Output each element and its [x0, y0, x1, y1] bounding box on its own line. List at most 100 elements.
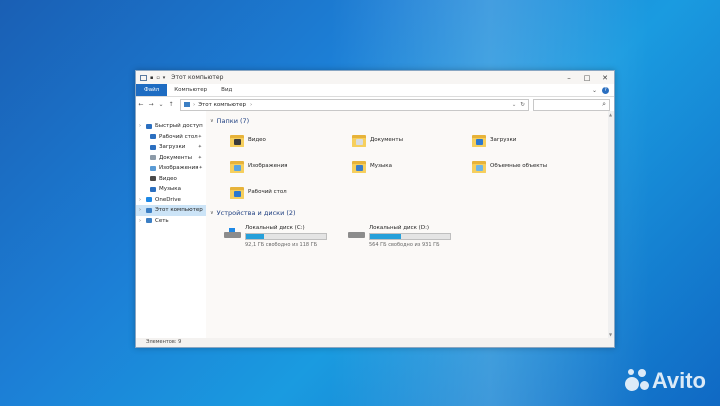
- folders-section-header[interactable]: ∨ Папки (7): [210, 117, 249, 125]
- vertical-scrollbar[interactable]: ▲ ▼: [608, 111, 614, 338]
- status-item-count: Элементов: 9: [146, 339, 182, 345]
- content-pane: ∨ Папки (7) ∨ Устройства и диски (2) Вид…: [206, 111, 614, 338]
- nav-item[interactable]: Рабочий стол ✦: [136, 132, 206, 143]
- folder-label: Документы: [370, 137, 403, 143]
- nav-item[interactable]: Видео: [136, 174, 206, 185]
- breadcrumb-chevron-icon[interactable]: ›: [250, 102, 252, 108]
- nav-item[interactable]: Изображения ✦: [136, 163, 206, 174]
- address-dropdown-icon[interactable]: ⌄: [512, 102, 517, 108]
- tab-file[interactable]: Файл: [136, 84, 168, 96]
- status-bar: Элементов: 9: [136, 338, 614, 347]
- minimize-button[interactable]: –: [560, 74, 578, 82]
- computer-icon: [146, 207, 152, 213]
- cloud-icon: [146, 197, 152, 203]
- expand-chevron-icon[interactable]: ›: [139, 197, 146, 203]
- recent-locations-button[interactable]: ⌄: [156, 101, 166, 108]
- avito-watermark: Avito: [624, 368, 706, 394]
- nav-item[interactable]: Музыка: [136, 184, 206, 195]
- scroll-up-icon[interactable]: ▲: [609, 112, 612, 117]
- music-folder-icon: [352, 159, 366, 173]
- folder-item[interactable]: Рабочий стол: [230, 185, 287, 199]
- pin-icon: ✦: [197, 144, 202, 151]
- video-folder-icon: [230, 133, 244, 147]
- folder-label: Рабочий стол: [248, 189, 287, 195]
- expand-chevron-icon[interactable]: ›: [139, 218, 146, 224]
- back-button[interactable]: ←: [136, 101, 146, 108]
- refresh-icon[interactable]: ↻: [520, 102, 525, 108]
- search-input[interactable]: ⌕: [533, 98, 610, 111]
- folder-label: Видео: [248, 137, 266, 143]
- expand-chevron-icon[interactable]: ›: [139, 207, 146, 213]
- navigation-bar: ← → ⌄ ↑ › Этот компьютер › ⌄ ↻ ⌕: [136, 97, 614, 112]
- drive-label: Локальный диск (D:): [369, 225, 430, 231]
- title-bar: ▪ ▫ ▾ Этот компьютер – □ ✕: [136, 71, 614, 84]
- window-title: Этот компьютер: [171, 74, 224, 81]
- forward-button[interactable]: →: [146, 101, 156, 108]
- download-icon: [150, 144, 156, 150]
- drive-icon: [348, 228, 365, 239]
- nav-item-label: Видео: [159, 175, 177, 182]
- pictures-folder-icon: [230, 159, 244, 173]
- folder-label: Объемные объекты: [490, 163, 548, 169]
- breadcrumb-chevron-icon: ›: [193, 101, 196, 108]
- drive-label: Локальный диск (C:): [245, 225, 305, 231]
- drive-item[interactable]: Локальный диск (C:) 92,1 ГБ свободно из 1…: [224, 225, 327, 248]
- drives-section-title: Устройства и диски (2): [216, 209, 296, 217]
- music-icon: [150, 186, 156, 192]
- nav-item-label: Быстрый доступ: [155, 123, 203, 130]
- nav-item-label: Загрузки: [159, 144, 186, 151]
- nav-item-label: Изображения: [159, 165, 199, 172]
- file-explorer-window: ▪ ▫ ▾ Этот компьютер – □ ✕ Файл Компьюте…: [135, 70, 615, 348]
- up-button[interactable]: ↑: [166, 101, 176, 108]
- tab-computer[interactable]: Компьютер: [167, 84, 214, 96]
- documents-folder-icon: [352, 133, 366, 147]
- new-folder-icon[interactable]: ▫: [156, 75, 159, 81]
- folder-item[interactable]: Изображения: [230, 159, 287, 173]
- expand-ribbon-icon[interactable]: ⌄: [592, 87, 597, 94]
- close-button[interactable]: ✕: [596, 74, 614, 82]
- chevron-down-icon[interactable]: ▾: [163, 75, 166, 81]
- nav-item-label: Музыка: [159, 186, 181, 193]
- tab-view[interactable]: Вид: [214, 84, 239, 96]
- nav-item[interactable]: › Сеть: [136, 216, 206, 227]
- nav-item[interactable]: › Этот компьютер: [136, 205, 206, 216]
- desktop-icon: [150, 134, 156, 140]
- address-bar[interactable]: › Этот компьютер › ⌄ ↻: [180, 98, 529, 111]
- nav-item[interactable]: Загрузки ✦: [136, 142, 206, 153]
- folder-label: Изображения: [248, 163, 288, 169]
- drive-free-space: 92,1 ГБ свободно из 118 ГБ: [245, 242, 318, 248]
- computer-icon: [140, 74, 147, 81]
- expand-chevron-icon[interactable]: ›: [139, 123, 146, 129]
- window-controls: – □ ✕: [560, 74, 614, 82]
- nav-item[interactable]: Документы ✦: [136, 153, 206, 164]
- folder-item[interactable]: Документы: [352, 133, 403, 147]
- drive-item[interactable]: Локальный диск (D:) 564 ГБ свободно из 93…: [348, 225, 451, 248]
- nav-item-label: Рабочий стол: [159, 133, 198, 140]
- star-icon: [146, 123, 152, 129]
- explorer-body: › Быстрый доступ Рабочий стол ✦ Загрузки ✦ Док…: [136, 111, 614, 338]
- breadcrumb-this-pc[interactable]: Этот компьютер: [198, 102, 246, 108]
- pin-icon: ✦: [198, 165, 203, 172]
- collapse-icon: ∨: [210, 118, 214, 124]
- folder-item[interactable]: Видео: [230, 133, 266, 147]
- drives-section-header[interactable]: ∨ Устройства и диски (2): [210, 209, 296, 217]
- avito-logo-icon: [624, 369, 649, 393]
- video-icon: [150, 176, 156, 182]
- folder-item[interactable]: Загрузки: [472, 133, 516, 147]
- nav-item-label: Сеть: [155, 217, 169, 224]
- folder-item[interactable]: Объемные объекты: [472, 159, 547, 173]
- properties-icon[interactable]: ▪: [150, 75, 153, 81]
- quick-access-toolbar: ▪ ▫ ▾: [140, 74, 166, 81]
- scroll-down-icon[interactable]: ▼: [609, 332, 612, 337]
- drive-usage-bar: [369, 233, 451, 240]
- nav-item[interactable]: › OneDrive: [136, 195, 206, 206]
- maximize-button[interactable]: □: [578, 74, 596, 82]
- folder-item[interactable]: Музыка: [352, 159, 392, 173]
- help-icon[interactable]: ?: [602, 86, 609, 94]
- nav-item-label: OneDrive: [155, 196, 181, 203]
- computer-icon: [184, 102, 190, 107]
- ribbon-tabs: Файл Компьютер Вид ⌄ ?: [136, 84, 614, 97]
- network-icon: [146, 218, 152, 224]
- nav-item[interactable]: › Быстрый доступ: [136, 121, 206, 132]
- desktop-folder-icon: [230, 185, 244, 199]
